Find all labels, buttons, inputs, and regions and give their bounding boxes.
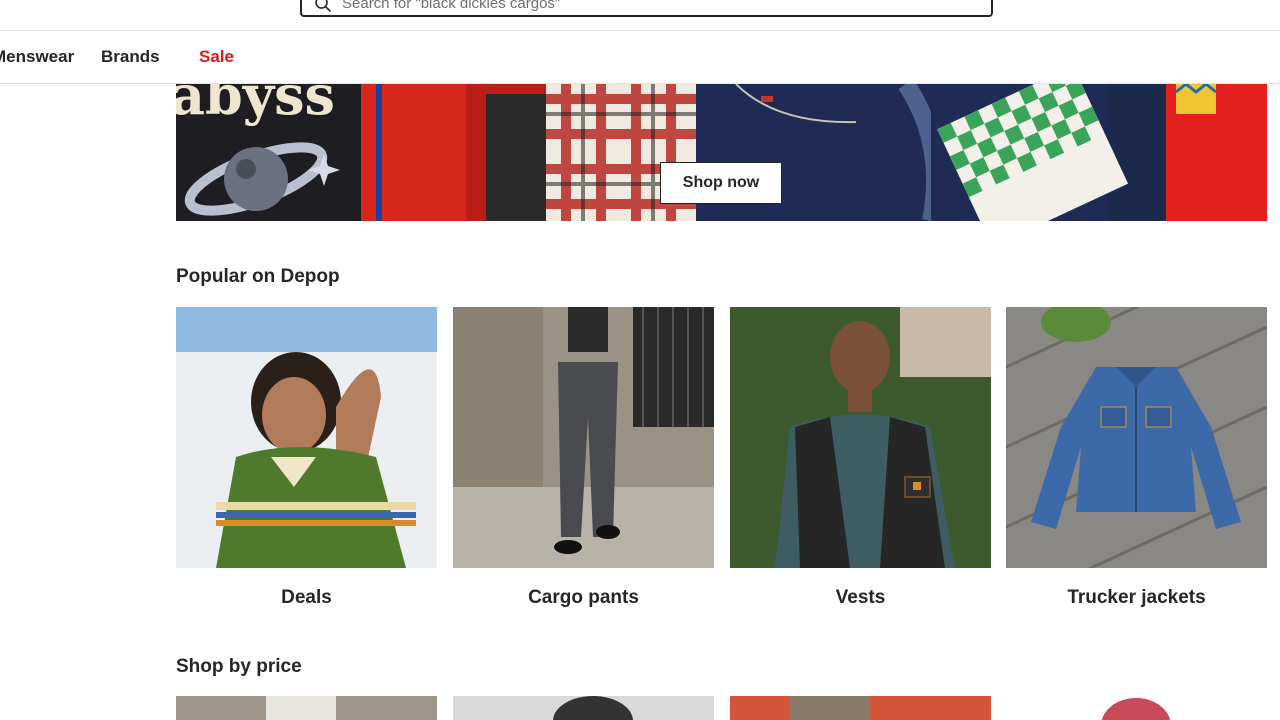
category-card-cargo-pants[interactable]: Cargo pants [453,307,714,609]
trucker-jackets-image [1006,307,1267,568]
vests-image [730,307,991,568]
search-bar[interactable] [300,0,993,17]
hero-graphic-text: abyss [176,84,335,127]
price-card[interactable] [1006,696,1267,720]
price-card[interactable] [176,696,437,720]
search-icon [314,0,332,13]
price-card[interactable] [453,696,714,720]
search-input[interactable] [342,0,982,12]
popular-section-title: Popular on Depop [176,266,340,287]
cargo-pants-image [453,307,714,568]
nav-item-menswear[interactable]: Menswear [0,47,74,67]
category-card-deals[interactable]: Deals [176,307,437,609]
nav-item-brands[interactable]: Brands [101,47,160,67]
price-card[interactable] [730,696,991,720]
hero-banner[interactable]: abyss Shop now [176,84,1267,221]
shop-by-price-title: Shop by price [176,656,302,677]
category-card-label: Cargo pants [528,587,639,608]
category-card-label: Vests [835,587,886,608]
deals-image [176,307,437,568]
shop-now-button[interactable]: Shop now [660,162,782,204]
category-nav: Menswear Brands Sale [0,31,1280,83]
category-card-vests[interactable]: Vests [730,307,991,609]
category-card-label: Deals [281,587,332,608]
nav-item-sale[interactable]: Sale [199,47,234,67]
category-card-label: Trucker jackets [1067,587,1206,608]
category-card-trucker-jackets[interactable]: Trucker jackets [1006,307,1267,609]
